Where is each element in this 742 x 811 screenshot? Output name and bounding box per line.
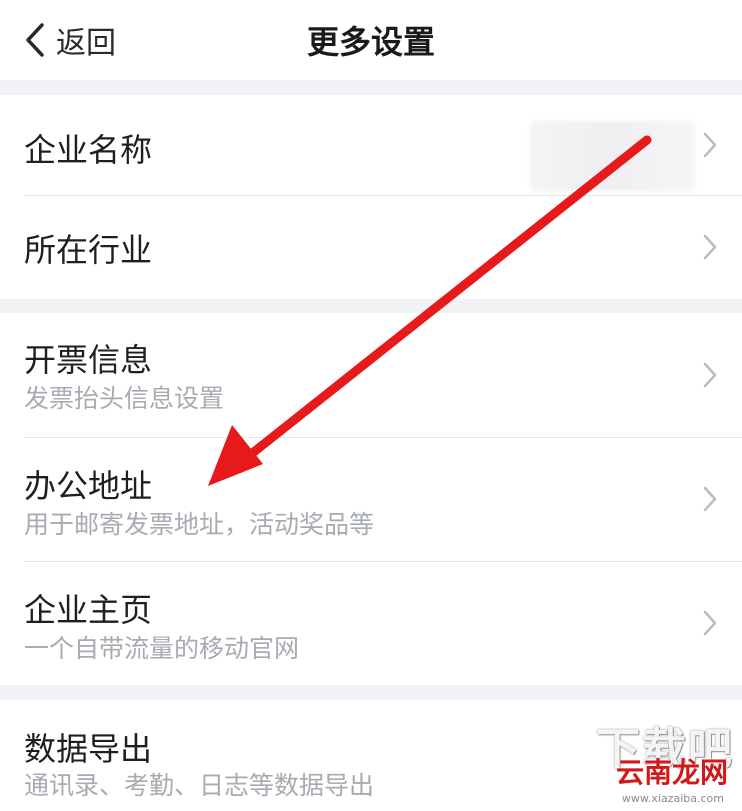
item-subtitle: 发票抬头信息设置 [24, 384, 225, 413]
watermark-main-text: 云南龙网 [615, 756, 728, 789]
chevron-right-icon [702, 485, 718, 513]
page-title: 更多设置 [306, 23, 435, 61]
watermark: 下载吧 云南龙网 www.xiazaiba.com [586, 707, 736, 807]
watermark-url-text: www.xiazaiba.com [621, 792, 724, 805]
settings-group-basic: 企业名称 所在行业 [0, 95, 742, 299]
settings-item-homepage[interactable]: 企业主页 一个自带流量的移动官网 [0, 561, 742, 685]
item-subtitle: 通讯录、考勤、日志等数据导出 [24, 771, 375, 800]
item-subtitle: 用于邮寄发票地址，活动奖品等 [24, 510, 375, 539]
settings-item-office-address[interactable]: 办公地址 用于邮寄发票地址，活动奖品等 [0, 437, 742, 561]
item-subtitle: 一个自带流量的移动官网 [24, 634, 300, 663]
item-title: 办公地址 [24, 467, 153, 505]
nav-bar: 返回 更多设置 [0, 0, 742, 80]
settings-item-invoice[interactable]: 开票信息 发票抬头信息设置 [0, 313, 742, 437]
company-name-value-redacted [530, 121, 695, 191]
item-title: 所在行业 [24, 231, 153, 269]
item-title: 数据导出 [24, 730, 153, 768]
item-title: 开票信息 [24, 341, 153, 379]
item-title: 企业名称 [24, 131, 153, 169]
item-title: 企业主页 [24, 591, 153, 629]
chevron-right-icon [702, 131, 718, 159]
chevron-right-icon [702, 609, 718, 637]
settings-group-business: 开票信息 发票抬头信息设置 办公地址 用于邮寄发票地址，活动奖品等 企业主页 一… [0, 313, 742, 685]
settings-item-company-name[interactable]: 企业名称 [0, 95, 742, 195]
settings-item-industry[interactable]: 所在行业 [0, 195, 742, 299]
chevron-right-icon [702, 361, 718, 389]
chevron-right-icon [702, 233, 718, 261]
